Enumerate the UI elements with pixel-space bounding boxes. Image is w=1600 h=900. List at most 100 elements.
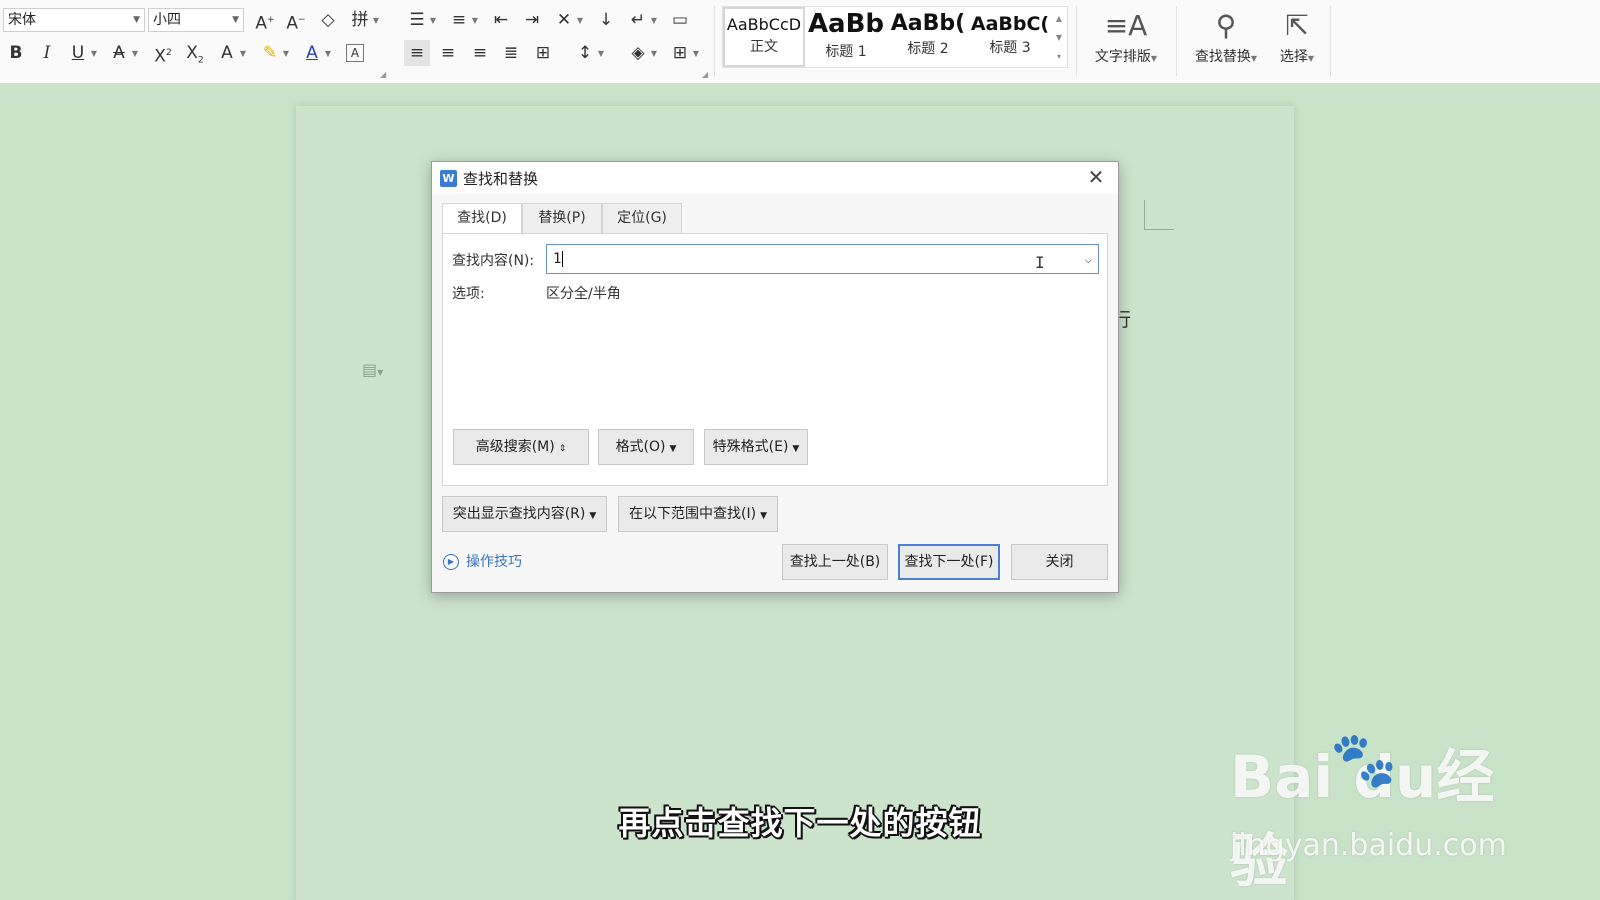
strikethrough-icon[interactable]: A ▼ bbox=[106, 40, 138, 66]
bullet-list-icon[interactable]: ☰ ▼ bbox=[404, 7, 436, 33]
format-label: 格式(O) bbox=[615, 439, 666, 455]
style-heading-3[interactable]: AaBbC( 标题 3 bbox=[969, 7, 1051, 67]
chevron-down-icon: ▼ bbox=[1250, 54, 1258, 63]
chevron-down-icon: ▼ bbox=[133, 15, 140, 25]
select-button[interactable]: ⇱ 选择▼ bbox=[1270, 6, 1324, 72]
font-name-combo[interactable]: 宋体 ▼ bbox=[3, 8, 145, 32]
close-button[interactable]: 关闭 bbox=[1011, 544, 1108, 580]
chevron-down-icon: ▼ bbox=[1307, 54, 1315, 63]
highlight-found-button[interactable]: 突出显示查找内容(R) ▼ bbox=[442, 496, 607, 532]
clear-format-icon[interactable]: ◇ bbox=[315, 7, 341, 33]
decrease-indent-icon[interactable]: ⇤ bbox=[488, 7, 514, 33]
find-what-input[interactable]: 1 I ⌵ bbox=[546, 244, 1099, 274]
font-size-combo[interactable]: 小四 ▼ bbox=[148, 8, 244, 32]
align-left-icon[interactable]: ≡ bbox=[404, 40, 430, 66]
paw-logo-icon: 🐾 bbox=[1330, 728, 1398, 791]
special-format-button[interactable]: 特殊格式(E) ▼ bbox=[704, 429, 808, 465]
chevron-down-icon: ▼ bbox=[792, 444, 800, 454]
align-right-icon[interactable]: ≡ bbox=[467, 40, 493, 66]
bold-icon[interactable]: B bbox=[3, 40, 29, 66]
font-name-value: 宋体 bbox=[8, 12, 36, 28]
chevron-down-icon: ▼ bbox=[669, 444, 677, 454]
tab-goto[interactable]: 定位(G) bbox=[602, 203, 682, 233]
ruler-icon[interactable]: ▭ bbox=[667, 7, 693, 33]
tips-link[interactable]: ▶ 操作技巧 bbox=[443, 551, 522, 571]
select-text: 选择 bbox=[1279, 49, 1308, 65]
sort-icon[interactable]: ↓ bbox=[593, 7, 619, 33]
highlight-color-icon[interactable]: ✎ ▼ bbox=[257, 40, 289, 66]
text-layout-button[interactable]: ≡A 文字排版▼ bbox=[1086, 6, 1166, 72]
shrink-font-icon[interactable]: A− bbox=[283, 7, 309, 34]
subscript-icon[interactable]: X2 bbox=[182, 40, 208, 66]
watermark-url: jingyan.baidu.com bbox=[1230, 828, 1507, 863]
ribbon-separator bbox=[1076, 6, 1077, 76]
style-sample: AaBbCcD bbox=[726, 15, 802, 34]
tips-label: 操作技巧 bbox=[466, 554, 522, 570]
numbered-list-icon[interactable]: ≡ ▼ bbox=[446, 7, 478, 33]
font-color-icon[interactable]: A ▼ bbox=[299, 40, 331, 66]
baidu-watermark: Bai du经验 🐾 jingyan.baidu.com bbox=[1230, 728, 1530, 895]
grow-font-icon[interactable]: A+ bbox=[252, 7, 278, 34]
style-name: 标题 2 bbox=[907, 41, 949, 57]
style-name: 标题 3 bbox=[989, 40, 1031, 56]
line-spacing-icon[interactable]: ↕ ▼ bbox=[572, 40, 604, 66]
find-replace-text: 查找替换 bbox=[1194, 49, 1251, 65]
style-heading-1[interactable]: AaBb 标题 1 bbox=[805, 7, 887, 67]
style-normal[interactable]: AaBbCcD 正文 bbox=[723, 7, 805, 67]
gallery-scroll[interactable]: ▲ ▼ ▾ bbox=[1053, 9, 1065, 66]
advanced-search-button[interactable]: 高级搜索(M) ⇕ bbox=[453, 429, 589, 465]
options-label: 选项: bbox=[452, 286, 485, 302]
chevron-down-icon: ▼ bbox=[760, 511, 767, 521]
gallery-expand-icon[interactable]: ▾ bbox=[1053, 47, 1065, 66]
shading-icon[interactable]: ◈ ▼ bbox=[625, 40, 657, 66]
find-panel: 查找内容(N): 1 I ⌵ 选项: 区分全/半角 高级搜索(M) ⇕ 格式(O)… bbox=[442, 233, 1108, 486]
find-replace-label: 查找替换▼ bbox=[1195, 49, 1257, 65]
find-next-button[interactable]: 查找下一处(F) bbox=[898, 544, 1000, 580]
font-dialog-launcher-icon[interactable]: ◢ bbox=[380, 70, 386, 79]
chevron-down-icon: ▼ bbox=[589, 511, 597, 521]
tab-replace[interactable]: 替换(P) bbox=[522, 203, 602, 233]
find-in-label: 在以下范围中查找(I) bbox=[629, 506, 757, 522]
find-replace-button[interactable]: ⚲ 查找替换▼ bbox=[1186, 6, 1266, 72]
ribbon-separator bbox=[1176, 6, 1177, 76]
borders-icon[interactable]: ⊞ ▼ bbox=[667, 40, 699, 66]
style-heading-2[interactable]: AaBb( 标题 2 bbox=[887, 7, 969, 67]
options-value: 区分全/半角 bbox=[546, 286, 621, 302]
dialog-titlebar[interactable]: W 查找和替换 ✕ bbox=[432, 162, 1118, 194]
find-what-label: 查找内容(N): bbox=[452, 253, 535, 269]
increase-indent-icon[interactable]: ⇥ bbox=[519, 7, 545, 33]
paragraph-dialog-launcher-icon[interactable]: ◢ bbox=[702, 70, 708, 79]
align-center-icon[interactable]: ≡ bbox=[435, 40, 461, 66]
justify-icon[interactable]: ≣ bbox=[498, 40, 524, 66]
char-border-icon[interactable]: A bbox=[346, 44, 364, 62]
search-icon: ⚲ bbox=[1215, 9, 1237, 42]
page-margin-corner bbox=[1144, 200, 1174, 230]
chevron-down-icon[interactable]: ⌵ bbox=[1085, 245, 1092, 273]
pinyin-guide-icon[interactable]: 拼 ▼ bbox=[347, 7, 380, 33]
wps-writer-icon: W bbox=[440, 170, 457, 187]
find-previous-button[interactable]: 查找上一处(B) bbox=[782, 544, 888, 580]
dialog-title: 查找和替换 bbox=[463, 170, 539, 188]
style-sample: AaBbC( bbox=[970, 13, 1050, 35]
style-gallery: AaBbCcD 正文 AaBb 标题 1 AaBb( 标题 2 AaBbC( 标… bbox=[722, 6, 1068, 68]
superscript-icon[interactable]: X2 bbox=[150, 40, 176, 67]
double-chevron-icon: ⇕ bbox=[558, 444, 567, 454]
distributed-align-icon[interactable]: ⊞ bbox=[530, 40, 556, 66]
chevron-down-icon[interactable]: ▼ bbox=[1053, 28, 1065, 47]
style-name: 正文 bbox=[750, 39, 778, 55]
ribbon-separator bbox=[1330, 6, 1331, 76]
tab-find[interactable]: 查找(D) bbox=[442, 203, 522, 234]
paragraph-layout-icon[interactable]: ▤▼ bbox=[362, 360, 383, 379]
close-icon[interactable]: ✕ bbox=[1084, 165, 1108, 189]
select-label: 选择▼ bbox=[1280, 49, 1314, 65]
chinese-layout-icon[interactable]: ✕ ▼ bbox=[551, 7, 583, 33]
italic-icon[interactable]: I bbox=[34, 40, 60, 66]
show-hide-marks-icon[interactable]: ↵ ▼ bbox=[625, 7, 657, 33]
text-effect-icon[interactable]: A ▼ bbox=[214, 40, 246, 66]
format-button[interactable]: 格式(O) ▼ bbox=[598, 429, 694, 465]
style-sample: AaBb( bbox=[890, 11, 966, 36]
find-in-button[interactable]: 在以下范围中查找(I) ▼ bbox=[618, 496, 778, 532]
find-what-value: 1 bbox=[553, 251, 562, 267]
underline-icon[interactable]: U ▼ bbox=[65, 40, 97, 66]
chevron-up-icon[interactable]: ▲ bbox=[1053, 9, 1065, 28]
